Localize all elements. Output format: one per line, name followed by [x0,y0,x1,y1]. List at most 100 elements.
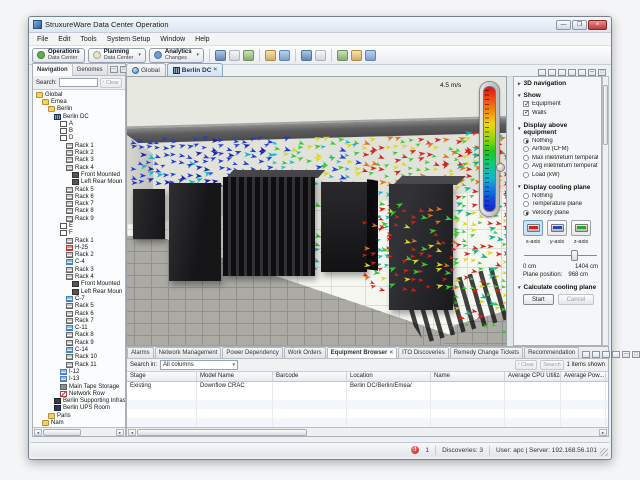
menu-help[interactable]: Help [190,35,214,44]
scroll-right-icon[interactable]: ▸ [116,429,124,436]
tree-item-rack-2[interactable]: Rack 2 [33,252,125,259]
resize-grip[interactable] [600,448,608,456]
axis-button-z-axis[interactable] [571,220,591,236]
image-export-icon[interactable] [301,50,312,61]
table-horizontal-scrollbar[interactable]: ◂ ▸ [127,427,608,436]
locate-icon[interactable] [578,69,586,76]
mode-button-operations[interactable]: OperationsData Center [32,48,85,63]
tree-search-input[interactable] [59,78,98,87]
tree-item-paris[interactable]: Paris [33,412,125,419]
title-bar[interactable]: StruxureWare Data Center Operation — ❐ × [29,17,611,33]
table-row[interactable]: ExistingDownflow CRACBerlin DC/Berlin/Em… [127,382,608,391]
menu-tools[interactable]: Tools [75,35,101,44]
bottom-tab-remedy-change-tickets[interactable]: Remedy Change Tickets [450,347,523,358]
menu-system-setup[interactable]: System Setup [102,35,156,44]
menu-window[interactable]: Window [155,35,190,44]
move-icon[interactable] [265,50,276,61]
checkbox-walls[interactable]: Walls [523,110,598,116]
tree-item-berlin-dc[interactable]: Berlin DC [33,113,125,120]
tree-item-nam[interactable]: Nam [33,419,125,426]
section-header-3d-navigation[interactable]: ▸3D navigation [514,77,601,89]
tree-item-rack-2[interactable]: Rack 2 [33,149,125,156]
tree-clear-button[interactable]: ˣ Clear [100,78,123,88]
filter-search-button[interactable]: Search [540,360,563,370]
bottom-tab-equipment-browser[interactable]: Equipment Browser× [327,347,397,358]
slider-handle[interactable] [571,250,578,261]
scroll-left-icon[interactable]: ◂ [128,429,136,436]
tree-item-c-14[interactable]: C-14 [33,346,125,353]
scroll-left-icon[interactable]: ◂ [34,429,42,436]
filter-clear-button[interactable]: ˣ Clear [515,360,538,370]
axis-button-x-axis[interactable] [523,220,543,236]
bottom-tab-recommendation[interactable]: Recommendation [524,347,579,358]
3d-viewport[interactable]: 4.5 m/s [126,76,507,346]
tree-item-c-7[interactable]: C-7 [33,295,125,302]
error-badge-icon[interactable]: ! [411,446,419,454]
table-view-icon[interactable] [592,351,600,358]
tree-item-i-13[interactable]: I-13 [33,376,125,383]
tree-item-rack-8[interactable]: Rack 8 [33,208,125,215]
radio-avg-inlet-return-temperature[interactable]: Avg inlet/return temperature [523,163,598,169]
tree-item-front-mounted[interactable]: Front Mounted [33,281,125,288]
mode-button-analytics[interactable]: AnalyticsChanges▾ [149,48,204,63]
scroll-thumb[interactable] [137,429,307,436]
list-view-icon[interactable] [568,69,576,76]
split-view-icon[interactable] [558,69,566,76]
radio-load-kw[interactable]: Load (kW) [523,172,598,178]
tree-item-rack-7[interactable]: Rack 7 [33,200,125,207]
copy-icon[interactable] [279,50,290,61]
tree-item-rack-9[interactable]: Rack 9 [33,339,125,346]
tree-item-left-rear-moun[interactable]: Left Rear Moun [33,179,125,186]
close-tab-icon[interactable]: × [389,350,393,356]
thumbnails-view-icon[interactable] [538,69,546,76]
radio-airflow-cfm[interactable]: Airflow (CFM) [523,146,598,152]
tree-item-rack-9[interactable]: Rack 9 [33,215,125,222]
tree-item-i-12[interactable]: I-12 [33,368,125,375]
undo-icon[interactable] [229,50,240,61]
tree-item-e[interactable]: E [33,222,125,229]
legend-knob[interactable] [496,163,505,172]
maximize-panel-icon[interactable]: □ [632,351,640,358]
section-header-show[interactable]: ▾Show [514,89,601,101]
save-icon[interactable] [215,50,226,61]
tree-item-front-mounted[interactable]: Front Mounted [33,171,125,178]
radio-nothing[interactable]: Nothing [523,193,598,199]
grid-view-icon[interactable] [548,69,556,76]
editor-tab-berlin-dc[interactable]: Berlin DC× [167,63,223,76]
tree-item-network-row[interactable]: Network Row [33,390,125,397]
column-header-stage[interactable]: Stage [127,372,197,381]
menu-file[interactable]: File [32,35,53,44]
tree-item-rack-8[interactable]: Rack 8 [33,332,125,339]
tree-item-rack-3[interactable]: Rack 3 [33,157,125,164]
radio-max-inlet-return-temperature[interactable]: Max inlet/return temperature [523,155,598,161]
checkbox-equipment[interactable]: Equipment [523,101,598,107]
tree-item-rack-7[interactable]: Rack 7 [33,317,125,324]
tree-item-rack-11[interactable]: Rack 11 [33,361,125,368]
tree-item-b[interactable]: B [33,127,125,134]
scroll-right-icon[interactable]: ▸ [599,429,607,436]
scroll-thumb[interactable] [43,429,81,436]
maximize-panel-icon[interactable]: □ [598,69,606,76]
tree-item-rack-4[interactable]: Rack 4 [33,273,125,280]
search-column-select[interactable]: All columns▾ [160,360,238,370]
snapshot-icon[interactable] [582,351,590,358]
panel-tab-genomes[interactable]: Genomes [73,64,108,76]
tree-item-rack-5[interactable]: Rack 5 [33,303,125,310]
tree-item-f[interactable]: F [33,230,125,237]
report-green-icon[interactable] [365,50,376,61]
menu-edit[interactable]: Edit [53,35,75,44]
tree-item-rack-3[interactable]: Rack 3 [33,266,125,273]
tree-item-rack-4[interactable]: Rack 4 [33,164,125,171]
export-view-icon[interactable] [612,351,620,358]
start-button[interactable]: Start [523,294,554,305]
redo-icon[interactable] [243,50,254,61]
tree-item-left-rear-moun[interactable]: Left Rear Moun [33,288,125,295]
monitor-icon[interactable] [602,351,610,358]
tree-item-berlin[interactable]: Berlin [33,106,125,113]
bottom-tab-alarms[interactable]: Alarms [127,347,154,358]
scroll-thumb[interactable] [603,85,608,145]
tree-item-rack-5[interactable]: Rack 5 [33,186,125,193]
tree-horizontal-scrollbar[interactable]: ◂ ▸ [33,427,125,436]
bottom-tab-power-dependency[interactable]: Power Dependency [222,347,282,358]
tree-item-h-25[interactable]: H-25 [33,244,125,251]
